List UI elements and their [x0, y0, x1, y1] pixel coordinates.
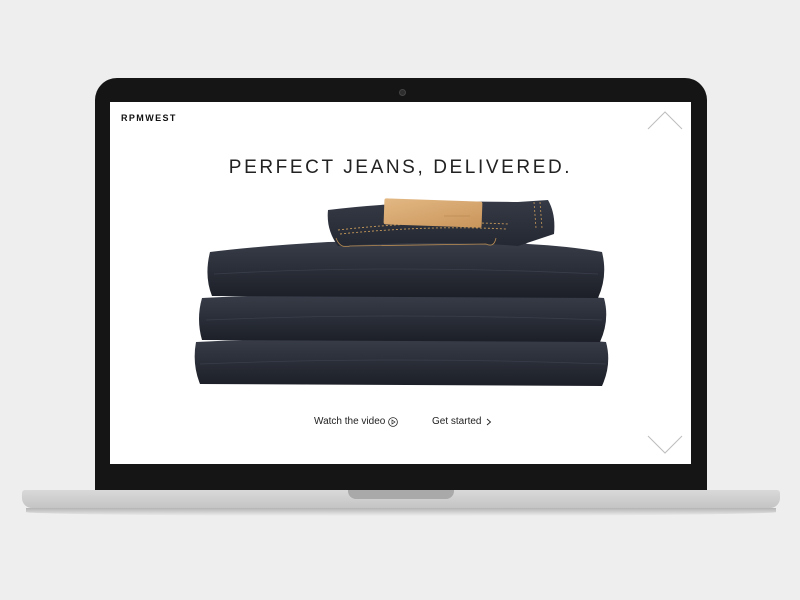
chevron-up-icon[interactable] — [647, 110, 683, 130]
folded-jeans-image — [194, 198, 609, 386]
laptop-shadow — [26, 508, 776, 516]
brand-logo[interactable]: RPMWEST — [121, 113, 177, 123]
webcam — [399, 89, 406, 96]
hero-headline: PERFECT JEANS, DELIVERED. — [228, 156, 573, 178]
get-started-label: Get started — [432, 416, 482, 427]
get-started-link[interactable]: Get started — [432, 416, 494, 427]
watch-video-link[interactable]: Watch the video — [314, 416, 399, 427]
website-screen: RPMWEST PERFECT JEANS, DELIVERED. Watch … — [110, 102, 691, 464]
chevron-down-icon[interactable] — [647, 435, 683, 455]
laptop-opening-notch — [348, 490, 454, 499]
laptop-mockup: RPMWEST PERFECT JEANS, DELIVERED. Watch … — [0, 0, 800, 600]
chevron-right-icon — [487, 418, 492, 425]
play-circle-icon — [388, 416, 399, 427]
hero-actions: Watch the video Get started — [110, 416, 691, 432]
watch-video-label: Watch the video — [314, 416, 386, 427]
